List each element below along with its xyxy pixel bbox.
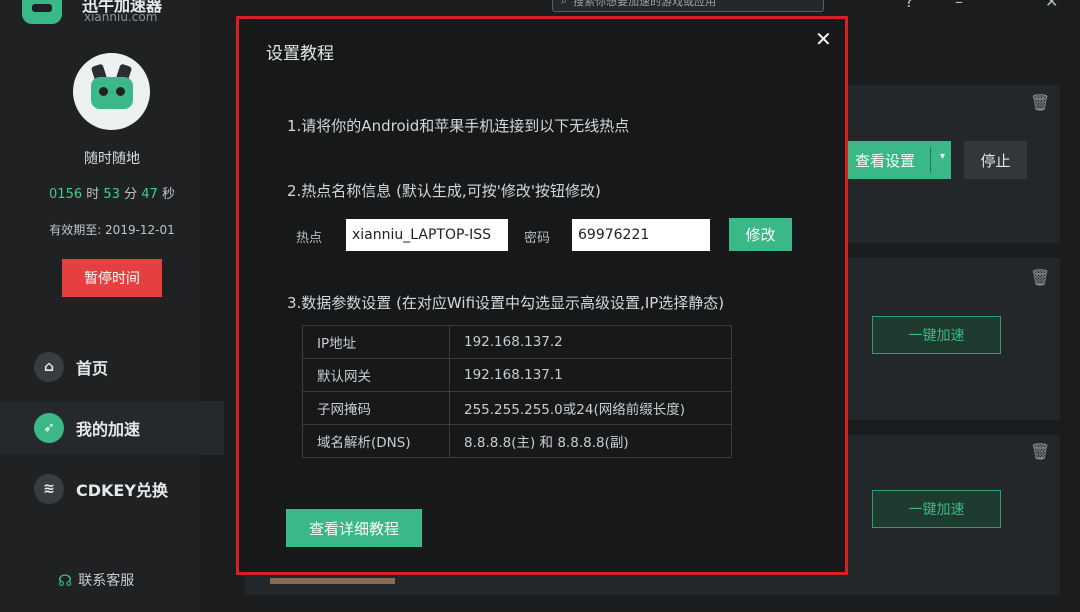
minimize-icon[interactable]: – [955,0,963,11]
nav-item-my-acceleration[interactable]: ➶ 我的加速 [0,401,224,455]
modify-button[interactable]: 修改 [729,218,792,251]
contact-support-link[interactable]: ☊ 联系客服 [58,570,134,590]
param-value: 255.255.255.0或24(网络前缀长度) [449,391,732,425]
one-click-accelerate-button[interactable]: 一键加速 [872,490,1001,528]
param-value: 8.8.8.8(主) 和 8.8.8.8(副) [449,424,732,458]
app-logo-icon [22,0,62,24]
avatar[interactable] [73,53,150,130]
nav-item-label: CDKEY兑换 [76,481,168,500]
stop-button[interactable]: 停止 [964,141,1027,179]
timer-hours: 0156 [49,187,83,202]
view-settings-label: 查看设置 [855,151,916,170]
trash-icon[interactable]: 🗑 [1030,442,1050,461]
table-row: IP地址 192.168.137.2 [302,325,732,359]
rocket-icon: ➶ [34,413,64,443]
chevron-down-icon[interactable]: ▾ [940,151,945,162]
window-close-icon[interactable]: ✕ [1045,0,1058,11]
one-click-accelerate-button[interactable]: 一键加速 [872,316,1001,354]
expiry-date: 有效期至: 2019-12-01 [49,223,175,237]
divider [930,147,931,173]
nav-item-label: 我的加速 [76,420,141,439]
pause-time-button[interactable]: 暂停时间 [62,259,162,297]
param-key: 域名解析(DNS) [302,424,450,458]
param-key: 默认网关 [302,358,450,392]
param-value: 192.168.137.1 [449,358,732,392]
close-icon[interactable]: ✕ [815,27,832,51]
search-icon: ⌕ [561,0,568,7]
timer-minutes-unit: 分 [124,187,138,202]
param-key: 子网掩码 [302,391,450,425]
step-1-text: 1.请将你的Android和苹果手机连接到以下无线热点 [287,117,630,135]
step-3-text: 3.数据参数设置 (在对应Wifi设置中勾选显示高级设置,IP选择静态) [287,294,725,312]
step-2-text: 2.热点名称信息 (默认生成,可按'修改'按钮修改) [287,182,601,200]
nav-item-label: 首页 [76,359,109,378]
view-detailed-tutorial-button[interactable]: 查看详细教程 [286,509,422,547]
headset-icon: ☊ [58,570,73,590]
help-icon[interactable]: ? [905,0,914,11]
contact-support-label: 联系客服 [78,573,135,589]
nav-item-cdkey[interactable]: ≋ CDKEY兑换 [0,462,224,516]
game-thumbnail [270,578,395,584]
home-icon: ⌂ [34,352,64,382]
timer-hours-unit: 时 [86,187,100,202]
hotspot-label: 热点 [296,231,323,246]
layers-icon: ≋ [34,474,64,504]
param-key: IP地址 [302,325,450,359]
table-row: 子网掩码 255.255.255.0或24(网络前缀长度) [302,391,732,425]
timer-seconds: 47 [141,187,158,202]
remaining-time: 0156 时 53 分 47 秒 [0,183,224,202]
search-input[interactable]: ⌕ 搜索你想要加速的游戏或应用 [552,0,824,12]
timer-seconds-unit: 秒 [161,187,175,202]
search-placeholder: 搜索你想要加速的游戏或应用 [573,0,717,8]
dialog-title: 设置教程 [266,44,334,64]
password-label: 密码 [524,231,551,246]
param-value: 192.168.137.2 [449,325,732,359]
trash-icon[interactable]: 🗑 [1030,93,1050,112]
table-row: 域名解析(DNS) 8.8.8.8(主) 和 8.8.8.8(副) [302,424,732,458]
view-settings-button[interactable]: 查看设置 ▾ [845,141,951,179]
timer-minutes: 53 [103,187,120,202]
app-site: xianniu.com [84,10,158,24]
user-motto: 随时随地 [84,151,140,167]
hotspot-name-field[interactable]: xianniu_LAPTOP-ISS [346,219,508,251]
password-field[interactable]: 69976221 [572,219,710,251]
network-params-table: IP地址 192.168.137.2 默认网关 192.168.137.1 子网… [302,325,732,458]
table-row: 默认网关 192.168.137.1 [302,358,732,392]
avatar-face [91,77,133,109]
sidebar: 迅牛加速器 xianniu.com 随时随地 0156 时 53 分 47 秒 … [0,0,224,612]
setup-tutorial-dialog: 设置教程 ✕ 1.请将你的Android和苹果手机连接到以下无线热点 2.热点名… [236,16,848,575]
nav-item-home[interactable]: ⌂ 首页 [0,340,224,394]
trash-icon[interactable]: 🗑 [1030,268,1050,287]
